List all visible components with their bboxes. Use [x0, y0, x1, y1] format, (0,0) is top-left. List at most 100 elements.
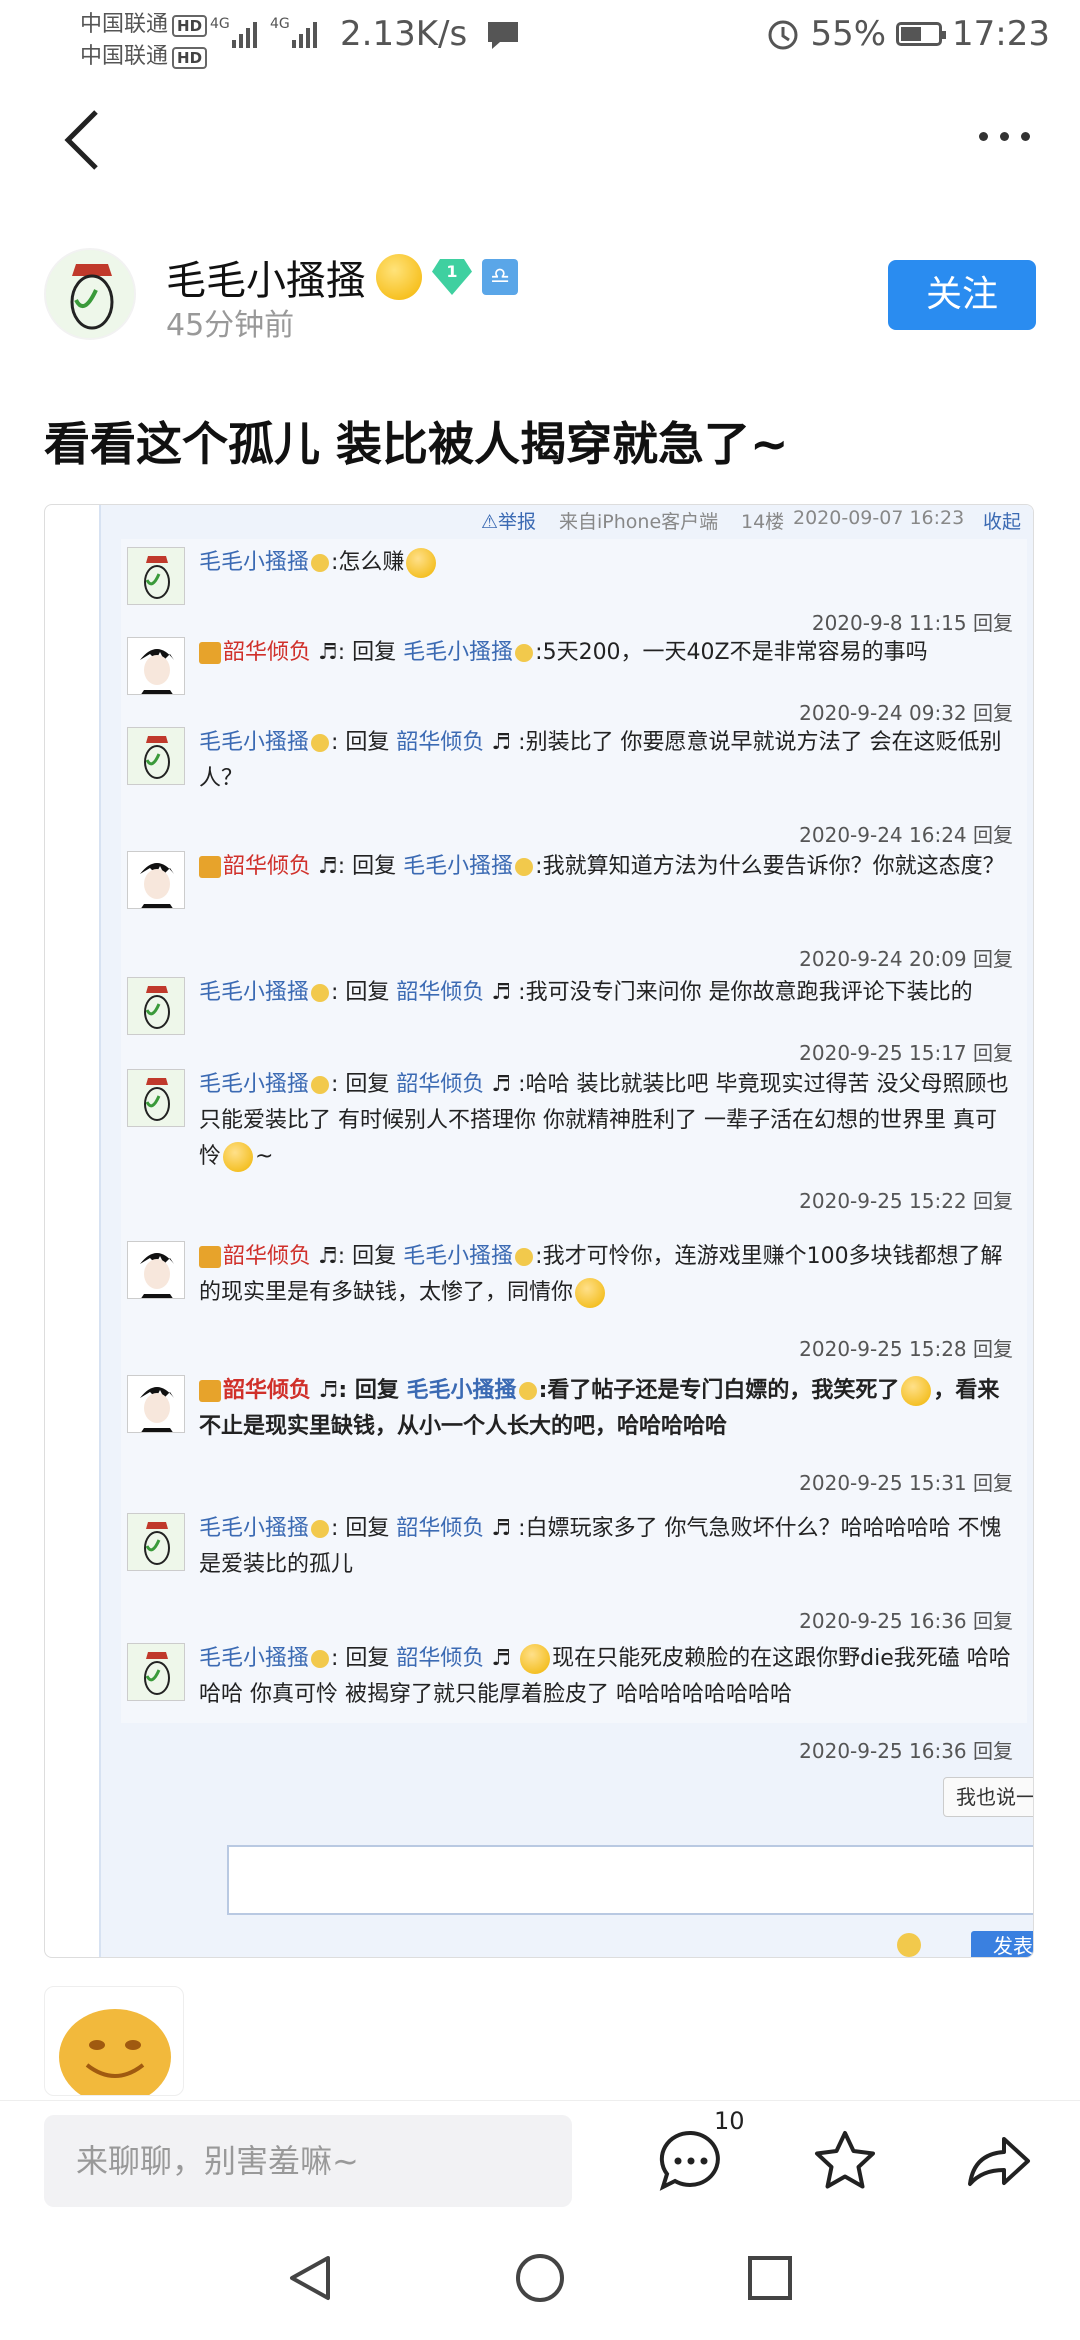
send-button: 发表 [971, 1931, 1033, 1957]
reply-text: 毛毛小搔搔: 回复 韶华倾负 ♬ :白嫖玩家多了 你气急败坏什么？哈哈哈哈哈 不… [199, 1516, 1002, 1577]
target-emoji-icon [518, 1382, 537, 1400]
smile-emoji-icon [901, 1376, 932, 1406]
floor-header: ⚠举报 来自iPhone客户端 14楼 2020-09-07 16:23 收起回… [101, 505, 1033, 560]
reply-user: 毛毛小搔搔 [199, 1516, 310, 1541]
reply-text: 毛毛小搔搔: 回复 韶华倾负 ♬ :别装比了 你要愿意说早就说方法了 会在这贬低… [199, 730, 1002, 791]
post-image[interactable]: ⚠举报 来自iPhone客户端 14楼 2020-09-07 16:23 收起回… [44, 504, 1034, 1958]
reply-body: :我可没专门来问你 是你故意跑我评论下装比的 [518, 980, 973, 1005]
follow-button[interactable]: 关注 [888, 260, 1036, 330]
nav-home-icon[interactable] [512, 2250, 568, 2306]
vip-crown-icon [199, 1246, 221, 1268]
reply-body: :看了帖子还是专门白嫖的，我笑死了 [538, 1378, 900, 1403]
reply-user: 韶华倾负 [223, 640, 312, 665]
level-badge-icon: 1 [432, 259, 472, 295]
author-avatar[interactable] [44, 248, 136, 340]
vip-crown-icon [199, 642, 221, 664]
share-icon[interactable] [964, 2127, 1034, 2197]
favorite-star-icon[interactable] [810, 2127, 880, 2197]
more-options-icon[interactable] [979, 132, 1030, 141]
clock: 17:23 [952, 14, 1050, 54]
status-right: 55% 17:23 [766, 14, 1050, 54]
user-emoji-icon [311, 554, 330, 572]
reply-avatar [127, 1375, 185, 1433]
vip-crown-icon [199, 856, 221, 878]
laugh-emoji-icon [520, 1644, 551, 1674]
commenter-avatar[interactable] [44, 1986, 184, 2096]
carrier-1: 中国联通 HD [80, 6, 208, 38]
comment-icon[interactable] [656, 2127, 726, 2197]
reply-body: :我就算知道方法为什么要告诉你？你就这态度？ [535, 854, 1005, 879]
say-one-button: 我也说一句 [943, 1777, 1033, 1817]
reply-avatar [127, 1513, 185, 1571]
floor-number: 14楼 [741, 511, 785, 533]
reply-meta: 2020-9-25 15:17 回复 [799, 1041, 1013, 1065]
carrier-2: 中国联通 HD [80, 38, 208, 70]
reply-word: : 回复 [337, 640, 397, 665]
reply-text: 韶华倾负 ♬: 回复 毛毛小搔搔:我就算知道方法为什么要告诉你？你就这态度？ [199, 849, 1017, 885]
reply-word: : 回复 [337, 1244, 397, 1269]
reply-user: 韶华倾负 [223, 1378, 312, 1403]
tieba-reply-panel: ⚠举报 来自iPhone客户端 14楼 2020-09-07 16:23 收起回… [99, 505, 1033, 1957]
reply-meta: 2020-9-25 16:36 回复 [799, 1739, 1013, 1763]
nav-recents-icon[interactable] [742, 2250, 798, 2306]
author-name[interactable]: 毛毛小搔搔 [166, 248, 366, 306]
user-emoji-icon [311, 1520, 330, 1538]
reply-meta: 2020-9-25 15:28 回复 [799, 1337, 1013, 1361]
reply-avatar [127, 1643, 185, 1701]
target-emoji-icon [515, 644, 534, 662]
back-arrow-icon[interactable] [60, 108, 104, 172]
message-icon [488, 22, 518, 49]
reply-tail: ~ [255, 1144, 274, 1169]
reply-target: 韶华倾负 [396, 730, 485, 755]
reply-target: 毛毛小搔搔 [403, 854, 514, 879]
target-emoji-icon [515, 1248, 534, 1266]
reply-user: 毛毛小搔搔 [199, 1072, 310, 1097]
nav-back-icon[interactable] [282, 2250, 338, 2306]
author-name-row[interactable]: 毛毛小搔搔 1 ♎ [166, 248, 518, 306]
reply-avatar [127, 977, 185, 1035]
reply-user: 毛毛小搔搔 [199, 980, 310, 1005]
reply-meta: 2020-9-25 16:36 回复 [799, 1609, 1013, 1633]
signal-bars-2-icon [292, 20, 317, 48]
comment-count: 10 [714, 2107, 745, 2135]
reply-text: 韶华倾负 ♬: 回复 毛毛小搔搔:看了帖子还是专门白嫖的，我笑死了 ，看来不止是现… [199, 1376, 1000, 1439]
post-time: 45分钟前 [166, 308, 295, 343]
reply-word: : 回复 [331, 1646, 390, 1671]
smile-emoji-icon [575, 1278, 606, 1308]
reply-word: : 回复 [331, 980, 390, 1005]
smiley-avatar-icon [59, 2009, 171, 2095]
comment-input[interactable]: 来聊聊，别害羞嘛~ [44, 2115, 572, 2207]
signal-label-1: 4G [210, 16, 230, 32]
vip-crown-icon [199, 1380, 221, 1402]
reply-meta: 2020-9-24 09:32 回复 [799, 701, 1013, 725]
reply-target: 韶华倾负 [396, 1072, 485, 1097]
post-title: 看看这个孤儿 装比被人揭穿就急了~ [44, 417, 789, 471]
signal-bars-1-icon [232, 20, 257, 48]
reply-user: 毛毛小搔搔 [199, 730, 310, 755]
signal-label-2: 4G [270, 16, 290, 32]
smile-emoji-icon [406, 548, 437, 578]
reply-word: : 回复 [331, 1516, 390, 1541]
smile-emoji-icon [223, 1142, 254, 1172]
reply-meta: 2020-9-25 15:31 回复 [799, 1471, 1013, 1495]
battery-icon [896, 22, 947, 46]
libra-zodiac-icon: ♎ [482, 259, 518, 295]
reply-target: 韶华倾负 [396, 980, 485, 1005]
reply-textbox [227, 1845, 1033, 1915]
reply-avatar [127, 1241, 185, 1299]
floor-date: 2020-09-07 16:23 [793, 507, 965, 529]
emoji-picker-icon [897, 1933, 921, 1957]
reply-list: 毛毛小搔搔:怎么赚 2020-9-8 11:15 回复 韶华倾负 ♬: 回复 毛毛小… [121, 539, 1027, 1763]
reply-text: 毛毛小搔搔: 回复 韶华倾负 ♬ :我可没专门来问你 是你故意跑我评论下装比的 [199, 980, 973, 1005]
reply-user: 韶华倾负 [223, 1244, 312, 1269]
report-link: ⚠举报 [481, 511, 537, 533]
reply-user: 毛毛小搔搔 [199, 550, 310, 575]
reply-meta: 2020-9-25 15:22 回复 [799, 1189, 1013, 1213]
reply-word: : 回复 [331, 730, 390, 755]
user-emoji-icon [311, 734, 330, 752]
reply-meta: 2020-9-8 11:15 回复 [811, 611, 1013, 635]
reply-text: 毛毛小搔搔: 回复 韶华倾负 ♬ 现在只能死皮赖脸的在这跟你野die我死磕 哈哈… [199, 1644, 1011, 1707]
cactus-avatar-icon [46, 250, 134, 338]
reply-word: : 回复 [337, 854, 397, 879]
status-bar: 中国联通 HD 中国联通 HD 4G 4G 2.13K/s 55% 17:23 [0, 0, 1080, 72]
